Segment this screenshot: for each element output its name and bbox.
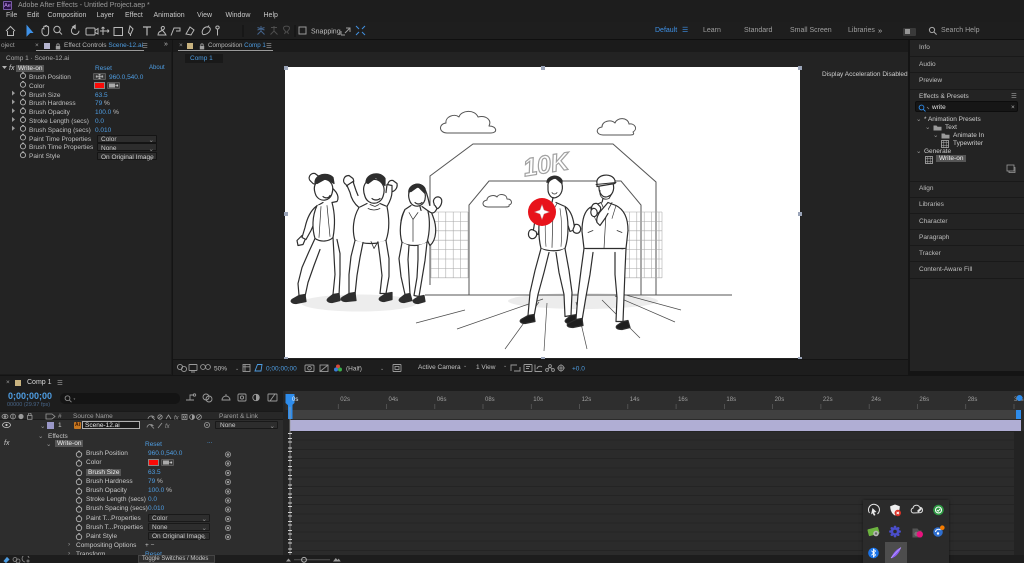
svg-text:⌄: ⌄ xyxy=(235,366,239,372)
svg-text:Snapping: Snapping xyxy=(311,29,341,36)
svg-text:0;00;00;00: 0;00;00;00 xyxy=(266,366,297,373)
svg-text:10K: 10K xyxy=(521,147,573,182)
svg-text:(Half): (Half) xyxy=(346,366,362,373)
svg-text:+0.0: +0.0 xyxy=(572,366,585,373)
svg-text:⌄: ⌄ xyxy=(380,366,384,372)
svg-text:50%: 50% xyxy=(214,366,227,373)
